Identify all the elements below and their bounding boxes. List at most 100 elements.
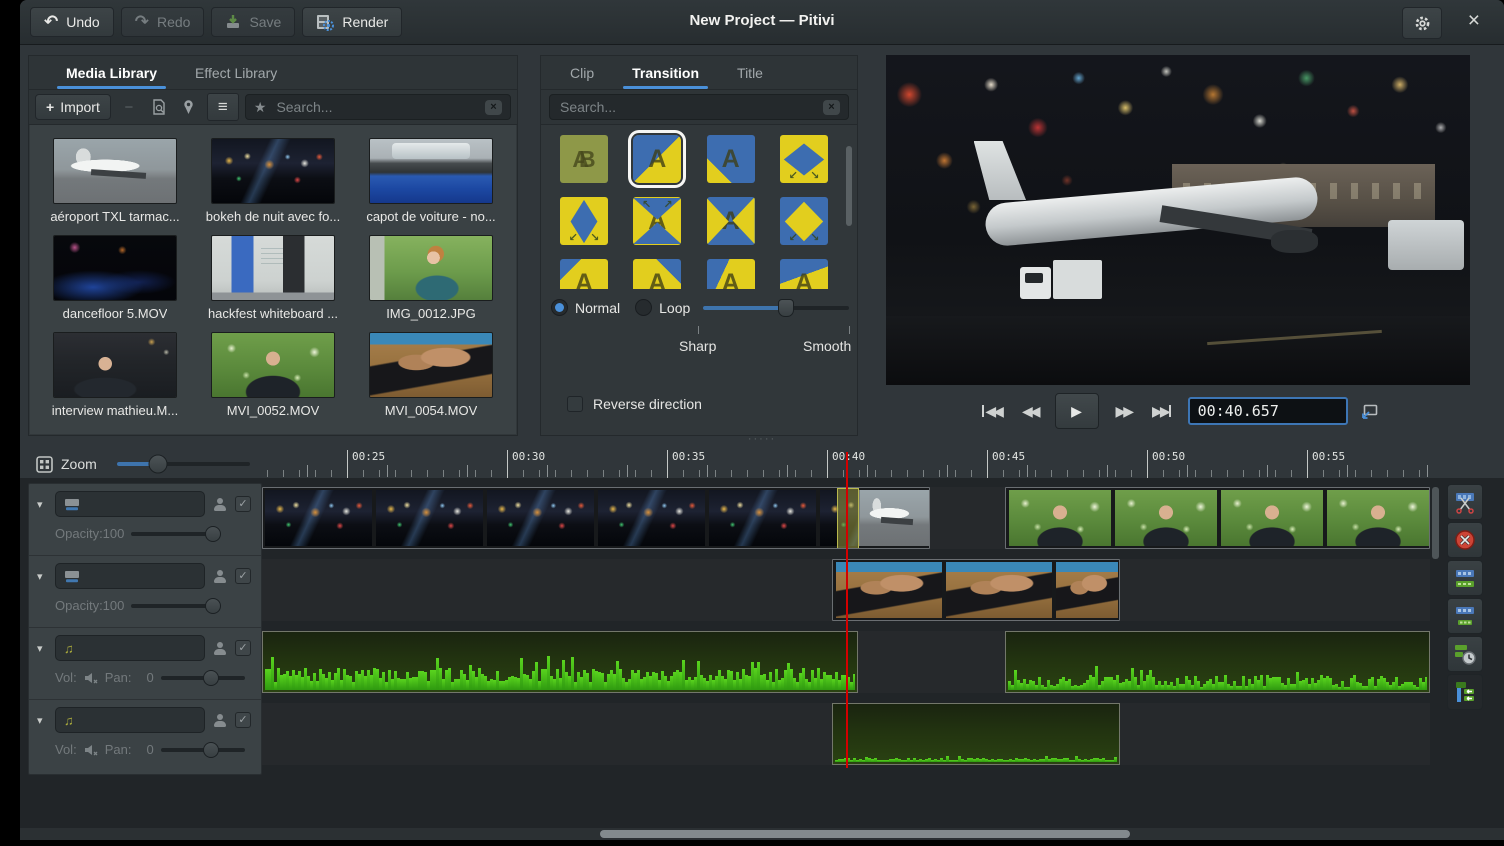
align-clips-button[interactable] [1447, 636, 1483, 672]
transition-grid-scrollbar[interactable] [846, 146, 852, 226]
border-slider-knob[interactable] [778, 299, 794, 317]
opacity-slider[interactable] [131, 532, 215, 536]
tab-clip[interactable]: Clip [551, 56, 613, 89]
layer-visible-checkbox[interactable]: ✓ [235, 568, 251, 584]
tab-effect-library[interactable]: Effect Library [176, 56, 296, 89]
gapless-mode-button[interactable] [1447, 674, 1483, 710]
go-end-button[interactable]: ▶▶ [1148, 399, 1175, 424]
transition-tile-crossfade[interactable]: AB [560, 135, 608, 183]
media-item[interactable]: dancefloor 5.MOV [36, 232, 194, 329]
audio-clip[interactable] [832, 703, 1120, 765]
clip-properties-button[interactable] [147, 95, 171, 119]
person-icon[interactable] [213, 570, 227, 583]
loop-radio[interactable] [635, 299, 652, 316]
undo-button[interactable]: ↶ Undo [30, 7, 114, 37]
expander-icon[interactable]: ▾ [37, 570, 47, 583]
pan-knob[interactable] [203, 670, 219, 686]
transition-tile[interactable]: A [780, 259, 828, 289]
timecode-field[interactable]: 00:40.657 [1188, 397, 1348, 425]
transition-tile[interactable]: B [780, 135, 828, 183]
view-mode-button[interactable]: ≡ [207, 93, 239, 121]
layer-name-field[interactable]: ♫ [55, 707, 205, 733]
layer-audible-checkbox[interactable]: ✓ [235, 640, 251, 656]
tab-title[interactable]: Title [718, 56, 782, 89]
media-thumbnail[interactable] [54, 333, 176, 397]
media-thumbnail[interactable] [212, 236, 334, 300]
media-item[interactable]: MVI_0052.MOV [194, 329, 352, 426]
pane-handle[interactable]: ····· [20, 434, 1504, 444]
media-thumbnail[interactable] [370, 139, 492, 203]
opacity-slider[interactable] [131, 604, 215, 608]
pan-slider[interactable] [161, 748, 245, 752]
media-item[interactable]: hackfest whiteboard ... [194, 232, 352, 329]
transition-tile[interactable]: A [633, 259, 681, 289]
speaker-muted-icon[interactable] [84, 672, 98, 684]
tab-transition[interactable]: Transition [613, 56, 718, 89]
render-button[interactable]: Render [302, 7, 402, 37]
audio-clip[interactable] [1005, 631, 1430, 693]
detach-viewer-icon[interactable] [1361, 404, 1378, 419]
person-icon[interactable] [213, 642, 227, 655]
layer-visible-checkbox[interactable]: ✓ [235, 496, 251, 512]
media-item[interactable]: capot de voiture - no... [352, 135, 510, 232]
timeline-vertical-scrollbar[interactable] [1432, 487, 1439, 559]
person-icon[interactable] [213, 498, 227, 511]
transition-tile[interactable]: A [707, 135, 755, 183]
delete-clip-button[interactable] [1447, 522, 1483, 558]
transition-tile[interactable]: B [560, 197, 608, 245]
transition-tile-selected[interactable]: A [633, 135, 681, 183]
normal-radio[interactable] [551, 299, 568, 316]
zoom-slider-knob[interactable] [149, 455, 168, 474]
media-thumbnail[interactable] [370, 333, 492, 397]
clear-search-icon[interactable]: × [823, 100, 840, 115]
expander-icon[interactable]: ▾ [37, 642, 47, 655]
insert-at-end-button[interactable] [177, 95, 201, 119]
split-clip-button[interactable] [1447, 484, 1483, 520]
redo-button[interactable]: ↷ Redo [121, 7, 205, 37]
zoom-slider[interactable] [117, 462, 250, 466]
transition-clip[interactable] [837, 488, 859, 549]
pan-slider[interactable] [161, 676, 245, 680]
layer-name-field[interactable] [55, 491, 205, 517]
video-clip-bokeh[interactable] [262, 487, 930, 549]
transition-tile[interactable]: A [633, 197, 681, 245]
horizontal-scrollbar-thumb[interactable] [600, 830, 1130, 838]
media-item[interactable]: MVI_0054.MOV [352, 329, 510, 426]
video-clip-keyboard[interactable] [832, 559, 1120, 621]
media-thumbnail[interactable] [212, 333, 334, 397]
opacity-knob[interactable] [205, 598, 221, 614]
speaker-muted-icon[interactable] [84, 744, 98, 756]
zoom-fit-icon[interactable] [36, 456, 53, 473]
remove-clip-button[interactable]: − [117, 95, 141, 119]
media-thumbnail[interactable] [54, 236, 176, 300]
rewind-button[interactable]: ◀◀ [1018, 399, 1042, 424]
import-button[interactable]: + Import [35, 94, 111, 120]
audio-clip[interactable] [262, 631, 858, 693]
save-button[interactable]: Save [211, 7, 295, 37]
expander-icon[interactable]: ▾ [37, 714, 47, 727]
transition-tile[interactable]: A [707, 197, 755, 245]
transition-tile[interactable]: A [780, 197, 828, 245]
close-button[interactable]: × [1468, 8, 1480, 34]
clear-search-icon[interactable]: × [485, 100, 502, 115]
media-thumbnail[interactable] [54, 139, 176, 203]
media-item[interactable]: bokeh de nuit avec fo... [194, 135, 352, 232]
transition-search-input[interactable] [558, 98, 815, 116]
media-item[interactable]: aéroport TXL tarmac... [36, 135, 194, 232]
media-thumbnail[interactable] [212, 139, 334, 203]
expander-icon[interactable]: ▾ [37, 498, 47, 511]
transition-search[interactable]: × [549, 94, 849, 120]
video-clip-foliage[interactable] [1005, 487, 1430, 549]
transition-tile[interactable]: A [707, 259, 755, 289]
border-slider[interactable] [703, 306, 849, 310]
transition-tile[interactable]: A [560, 259, 608, 289]
opacity-knob[interactable] [205, 526, 221, 542]
layer-name-field[interactable] [55, 563, 205, 589]
reverse-direction-checkbox[interactable] [567, 396, 583, 412]
layer-name-field[interactable]: ♫ [55, 635, 205, 661]
media-thumbnail[interactable] [370, 236, 492, 300]
play-button[interactable]: ▶ [1055, 393, 1099, 429]
playhead[interactable] [846, 452, 848, 768]
layer-audible-checkbox[interactable]: ✓ [235, 712, 251, 728]
pan-knob[interactable] [203, 742, 219, 758]
